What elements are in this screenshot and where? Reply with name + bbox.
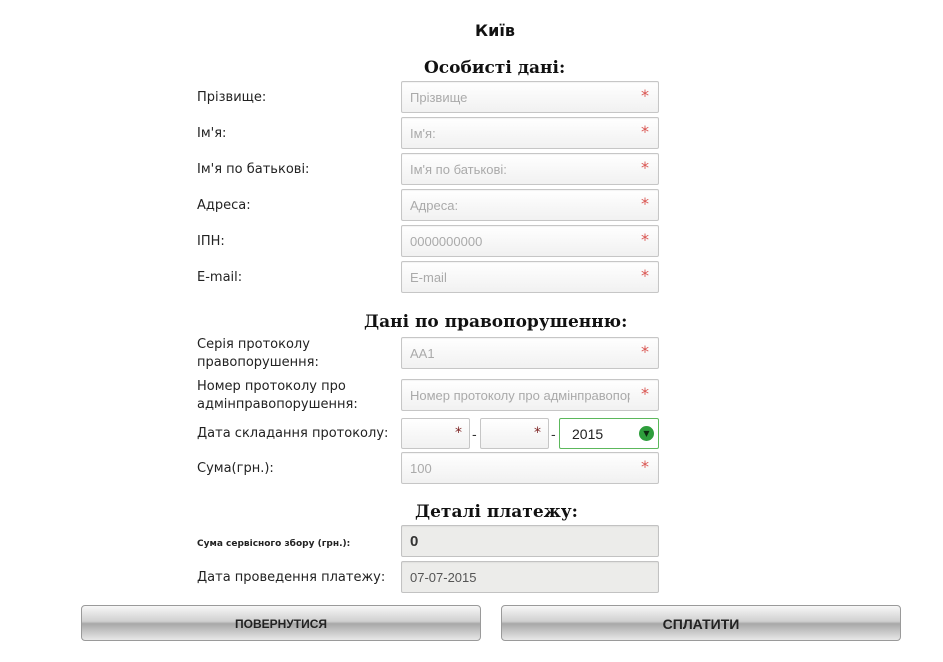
email-field[interactable]: * <box>401 261 659 293</box>
section-title-personal: Особисті дані: <box>424 58 566 78</box>
required-star: * <box>641 384 649 403</box>
required-star: * <box>641 194 649 213</box>
required-star: * <box>641 230 649 249</box>
protocol-series-label-line1: Серія протоколу <box>197 337 310 352</box>
day-select[interactable]: * <box>401 418 470 449</box>
surname-label: Прізвище: <box>197 90 267 105</box>
year-value: 2015 <box>572 426 604 442</box>
name-label: Ім'я: <box>197 126 227 141</box>
ipn-input[interactable] <box>402 226 630 256</box>
sum-field[interactable]: * <box>401 452 659 484</box>
address-label: Адреса: <box>197 198 251 213</box>
name-field[interactable]: * <box>401 117 659 149</box>
ipn-label: ІПН: <box>197 234 225 249</box>
required-star: * <box>641 158 649 177</box>
sum-input[interactable] <box>402 453 630 483</box>
required-star: * <box>534 425 541 441</box>
sum-label: Сума(грн.): <box>197 461 274 476</box>
patronymic-field[interactable]: * <box>401 153 659 185</box>
year-select[interactable]: 2015 ▼ <box>559 418 659 449</box>
payment-date-field: 07-07-2015 <box>401 561 659 593</box>
payment-date-label: Дата проведення платежу: <box>197 570 386 585</box>
protocol-series-field[interactable]: * <box>401 337 659 369</box>
city-title: Київ <box>475 21 515 40</box>
patronymic-label: Ім'я по батькові: <box>197 162 310 177</box>
month-select[interactable]: * <box>480 418 549 449</box>
ipn-field[interactable]: * <box>401 225 659 257</box>
email-label: E-mail: <box>197 270 243 285</box>
protocol-series-input[interactable] <box>402 338 630 368</box>
surname-input[interactable] <box>402 82 630 112</box>
name-input[interactable] <box>402 118 630 148</box>
protocol-series-label-line2: правопорушення: <box>197 355 319 370</box>
service-fee-label: Сума сервісного збору (грн.): <box>197 539 351 549</box>
protocol-number-field[interactable]: * <box>401 379 659 411</box>
required-star: * <box>641 342 649 361</box>
protocol-number-label-line2: адмінправопорушення: <box>197 397 358 412</box>
address-input[interactable] <box>402 190 630 220</box>
email-input[interactable] <box>402 262 630 292</box>
protocol-date-label: Дата складання протоколу: <box>197 426 389 441</box>
required-star: * <box>641 122 649 141</box>
patronymic-input[interactable] <box>402 154 630 184</box>
pay-button[interactable]: СПЛАТИТИ <box>501 605 901 641</box>
section-title-payment: Деталі платежу: <box>415 502 578 522</box>
required-star: * <box>455 425 462 441</box>
surname-field[interactable]: * <box>401 81 659 113</box>
protocol-series-label: Серія протоколу правопорушення: <box>197 336 319 372</box>
chevron-down-icon: ▼ <box>639 426 654 441</box>
protocol-number-label: Номер протоколу про адмінправопорушення: <box>197 378 358 414</box>
protocol-number-input[interactable] <box>402 380 630 410</box>
address-field[interactable]: * <box>401 189 659 221</box>
service-fee-field: 0 <box>401 525 659 557</box>
protocol-number-label-line1: Номер протоколу про <box>197 379 346 394</box>
payment-date-value: 07-07-2015 <box>410 570 477 585</box>
date-separator: - <box>472 428 477 443</box>
required-star: * <box>641 86 649 105</box>
service-fee-value: 0 <box>410 533 419 550</box>
section-title-offense: Дані по правопорушенню: <box>364 312 628 332</box>
required-star: * <box>641 266 649 285</box>
required-star: * <box>641 457 649 476</box>
date-separator: - <box>551 428 556 443</box>
back-button[interactable]: ПОВЕРНУТИСЯ <box>81 605 481 641</box>
